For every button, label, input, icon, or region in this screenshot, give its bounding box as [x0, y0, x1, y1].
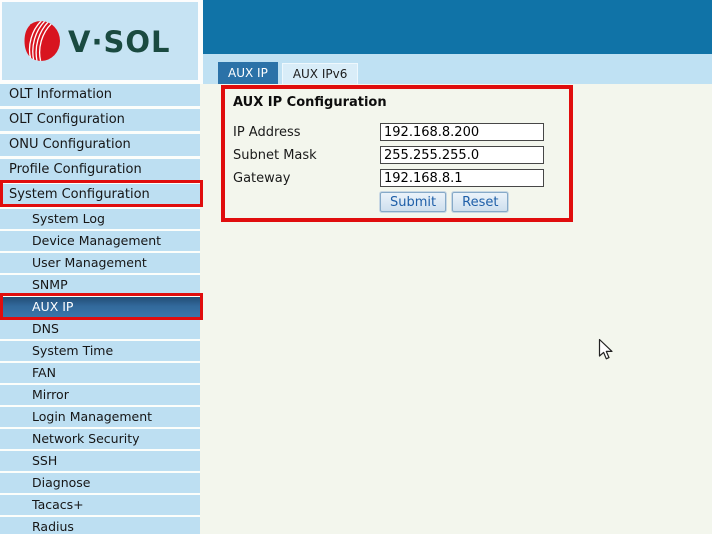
vsol-olt-web-ui: V·SOL OLT Information OLT Configuration ON…: [0, 0, 712, 534]
sidebar-item-system-time[interactable]: System Time: [0, 341, 200, 361]
header-bar: [200, 0, 712, 54]
sidebar-item-device-management[interactable]: Device Management: [0, 231, 200, 251]
sidebar-item-olt-information[interactable]: OLT Information: [0, 84, 200, 106]
sidebar-item-system-log[interactable]: System Log: [0, 209, 200, 229]
ip-address-row: IP Address: [233, 123, 561, 141]
sidebar-item-aux-ip[interactable]: AUX IP: [0, 297, 200, 317]
sidebar-item-profile-configuration[interactable]: Profile Configuration: [0, 159, 200, 181]
sidebar-item-ssh[interactable]: SSH: [0, 451, 200, 471]
content-area: AUX IP Configuration IP Address Subnet M…: [200, 84, 712, 534]
sidebar: V·SOL OLT Information OLT Configuration ON…: [0, 0, 200, 534]
subnet-mask-row: Subnet Mask: [233, 146, 561, 164]
sidebar-item-olt-configuration[interactable]: OLT Configuration: [0, 109, 200, 131]
sidebar-item-user-management[interactable]: User Management: [0, 253, 200, 273]
sidebar-item-login-management[interactable]: Login Management: [0, 407, 200, 427]
sidebar-item-fan[interactable]: FAN: [0, 363, 200, 383]
aux-ip-form: AUX IP Configuration IP Address Subnet M…: [221, 85, 573, 222]
gateway-label: Gateway: [233, 171, 380, 186]
ip-address-input[interactable]: [380, 123, 544, 141]
sidebar-item-snmp[interactable]: SNMP: [0, 275, 200, 295]
vsol-logo-icon: [20, 18, 62, 64]
ip-address-label: IP Address: [233, 125, 380, 140]
tab-aux-ip[interactable]: AUX IP: [218, 62, 278, 84]
sidebar-item-dns[interactable]: DNS: [0, 319, 200, 339]
gateway-input[interactable]: [380, 169, 544, 187]
sidebar-item-mirror[interactable]: Mirror: [0, 385, 200, 405]
brand-logo: V·SOL: [0, 0, 200, 82]
submit-button[interactable]: Submit: [380, 192, 446, 212]
reset-button[interactable]: Reset: [452, 192, 508, 212]
sidebar-item-onu-configuration[interactable]: ONU Configuration: [0, 134, 200, 156]
sidebar-item-diagnose[interactable]: Diagnose: [0, 473, 200, 493]
tab-aux-ipv6[interactable]: AUX IPv6: [282, 63, 359, 84]
brand-name: V·SOL: [68, 25, 170, 59]
sidebar-item-tacacs[interactable]: Tacacs+: [0, 495, 200, 515]
subnet-mask-label: Subnet Mask: [233, 148, 380, 163]
sidebar-item-radius[interactable]: Radius: [0, 517, 200, 534]
sidebar-item-system-configuration[interactable]: System Configuration: [0, 184, 200, 206]
form-title: AUX IP Configuration: [233, 95, 561, 110]
sidebar-item-network-security[interactable]: Network Security: [0, 429, 200, 449]
form-buttons: Submit Reset: [380, 192, 561, 212]
tab-strip: AUX IP AUX IPv6: [200, 54, 712, 84]
gateway-row: Gateway: [233, 169, 561, 187]
subnet-mask-input[interactable]: [380, 146, 544, 164]
sidebar-menu: OLT Information OLT Configuration ONU Conf…: [0, 84, 200, 534]
